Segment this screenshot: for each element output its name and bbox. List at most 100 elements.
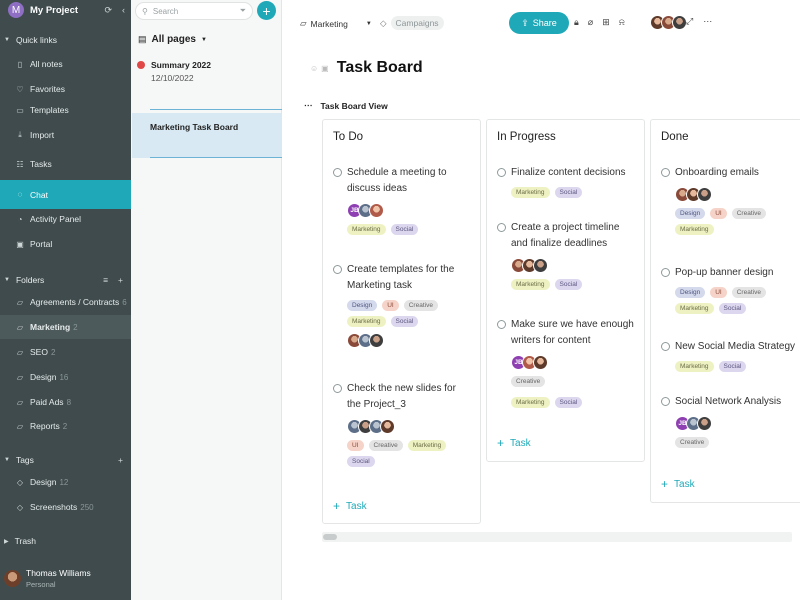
task-card[interactable]: Check the new slides for the Project_3 U… [333, 381, 479, 467]
sidebar-tag-screenshots[interactable]: ◇ Screenshots 250 [0, 495, 131, 519]
task-checkbox[interactable] [497, 223, 506, 232]
filter-icon[interactable]: ⏷ [240, 6, 246, 16]
task-card[interactable]: Onboarding emails Design UI Creative Mar… [661, 165, 800, 235]
task-checkbox[interactable] [333, 384, 342, 393]
tag-creative[interactable]: Creative [731, 287, 766, 298]
tag-marketing[interactable]: Marketing [511, 279, 550, 290]
task-checkbox[interactable] [497, 168, 506, 177]
sidebar-folder-design[interactable]: ▱ Design 16 [0, 365, 131, 389]
sync-icon[interactable]: ⟳ [104, 5, 112, 16]
quick-links-section[interactable]: ▼ Quick links [0, 33, 131, 47]
view-menu-icon[interactable]: ⋯ [304, 100, 314, 111]
tag-creative[interactable]: Creative [368, 440, 403, 451]
cover-icon[interactable]: ▣ [321, 64, 329, 73]
sidebar-item-templates[interactable]: ▭ Templates [0, 98, 131, 122]
tag-ui[interactable]: UI [710, 287, 727, 298]
bell-icon[interactable]: ⍾ [619, 17, 625, 28]
sidebar-folder-paid-ads[interactable]: ▱ Paid Ads 8 [0, 390, 131, 414]
breadcrumb-tag[interactable]: ◇ Campaigns [380, 16, 444, 30]
tag-social[interactable]: Social [554, 187, 583, 198]
page-title[interactable]: Task Board [337, 59, 423, 77]
sidebar-folder-reports[interactable]: ▱ Reports 2 [0, 414, 131, 438]
add-folder-icon[interactable]: + [118, 275, 123, 285]
tag-marketing[interactable]: Marketing [347, 316, 386, 327]
task-checkbox[interactable] [333, 168, 342, 177]
sidebar-item-activity-panel[interactable]: ◔ Activity Panel [0, 207, 131, 231]
task-card[interactable]: Create templates for the Marketing task … [333, 262, 479, 348]
task-checkbox[interactable] [661, 168, 670, 177]
sidebar-item-tasks[interactable]: ☷ Tasks [0, 152, 131, 176]
sidebar-item-chat[interactable]: ◌ Chat [0, 180, 131, 209]
tag-creative[interactable]: Creative [731, 208, 766, 219]
sidebar-item-import[interactable]: ⤓ Import [0, 123, 131, 147]
tag-design[interactable]: Design [347, 300, 378, 311]
task-card[interactable]: Pop-up banner design Design UI Creative … [661, 265, 800, 314]
sidebar-item-all-notes[interactable]: ▯ All notes [0, 52, 131, 76]
task-checkbox[interactable] [497, 320, 506, 329]
more-icon[interactable]: ⋯ [703, 16, 712, 27]
tag-social[interactable]: Social [554, 279, 583, 290]
sidebar-item-portal[interactable]: ▣ Portal [0, 232, 131, 256]
page-list-item-selected[interactable]: Marketing Task Board [132, 113, 282, 158]
tag-ui[interactable]: UI [382, 300, 399, 311]
layout-icon[interactable]: ⊞ [602, 17, 610, 28]
tag-marketing[interactable]: Marketing [511, 397, 550, 408]
task-checkbox[interactable] [661, 268, 670, 277]
emoji-icon[interactable]: ☺ [310, 64, 318, 73]
assignees[interactable] [675, 187, 800, 202]
tag-creative[interactable]: Creative [403, 300, 438, 311]
task-card[interactable]: Social Network Analysis JB Creative [661, 394, 800, 448]
tag-marketing[interactable]: Marketing [347, 224, 386, 235]
task-checkbox[interactable] [333, 265, 342, 274]
sidebar-folder-agreements[interactable]: ▱ Agreements / Contracts 6 [0, 290, 131, 314]
add-task-button[interactable]: + Task [661, 477, 695, 491]
tag-marketing[interactable]: Marketing [407, 440, 447, 451]
tag-social[interactable]: Social [554, 397, 583, 408]
assignees[interactable]: JB [675, 416, 800, 431]
tags-section[interactable]: ▼ Tags + [0, 453, 131, 467]
tag-design[interactable]: Design [675, 208, 706, 219]
task-card[interactable]: New Social Media Strategy Marketing Soci… [661, 339, 800, 372]
assignees[interactable] [347, 419, 479, 434]
task-card[interactable]: Create a project timeline and finalize d… [497, 220, 643, 290]
collapse-sidebar-icon[interactable]: ‹ [122, 5, 125, 16]
task-checkbox[interactable] [661, 342, 670, 351]
scrollbar-thumb[interactable] [323, 534, 337, 540]
attachment-icon[interactable]: ⌀ [588, 17, 593, 28]
tag-social[interactable]: Social [347, 456, 375, 467]
horizontal-scrollbar[interactable] [322, 532, 792, 542]
task-card[interactable]: Schedule a meeting to discuss ideas JB M… [333, 165, 479, 235]
folders-section[interactable]: ▼ Folders ≡ + [0, 273, 131, 287]
lock-icon[interactable]: 🔒︎ [574, 17, 579, 28]
tag-social[interactable]: Social [718, 361, 747, 372]
share-button[interactable]: ⇪ Share [509, 12, 569, 34]
assignees[interactable]: JB [347, 203, 479, 218]
trash-section[interactable]: ▶ Trash [0, 534, 131, 548]
sidebar-tag-design[interactable]: ◇ Design 12 [0, 470, 131, 494]
breadcrumb-folder[interactable]: ▱ Marketing ▼ [300, 18, 372, 29]
task-card[interactable]: Finalize content decisions Marketing Soc… [497, 165, 643, 198]
add-task-button[interactable]: + Task [333, 499, 367, 513]
tag-ui[interactable]: UI [347, 440, 364, 451]
search-input[interactable]: ⚲ Search ⏷ [135, 2, 253, 20]
tag-marketing[interactable]: Marketing [675, 224, 714, 235]
tag-marketing[interactable]: Marketing [675, 303, 714, 314]
tag-creative[interactable]: Creative [511, 376, 546, 387]
assignees[interactable] [347, 333, 479, 348]
assignees[interactable]: JB [511, 355, 643, 370]
project-avatar[interactable]: M [8, 2, 24, 18]
tag-marketing[interactable]: Marketing [511, 187, 550, 198]
tag-social[interactable]: Social [390, 224, 419, 235]
sidebar-folder-marketing[interactable]: ▱ Marketing 2 [0, 315, 131, 339]
tag-social[interactable]: Social [390, 316, 419, 327]
task-card[interactable]: Make sure we have enough writers for con… [497, 317, 643, 408]
tag-design[interactable]: Design [675, 287, 706, 298]
tag-marketing[interactable]: Marketing [675, 361, 714, 372]
add-page-button[interactable]: + [257, 1, 276, 20]
tag-ui[interactable]: UI [710, 208, 727, 219]
tag-creative[interactable]: Creative [675, 437, 710, 448]
user-profile[interactable]: Thomas Williams Personal [0, 565, 131, 591]
sort-icon[interactable]: ≡ [103, 275, 108, 285]
add-task-button[interactable]: + Task [497, 436, 531, 450]
project-name[interactable]: My Project [30, 5, 78, 16]
